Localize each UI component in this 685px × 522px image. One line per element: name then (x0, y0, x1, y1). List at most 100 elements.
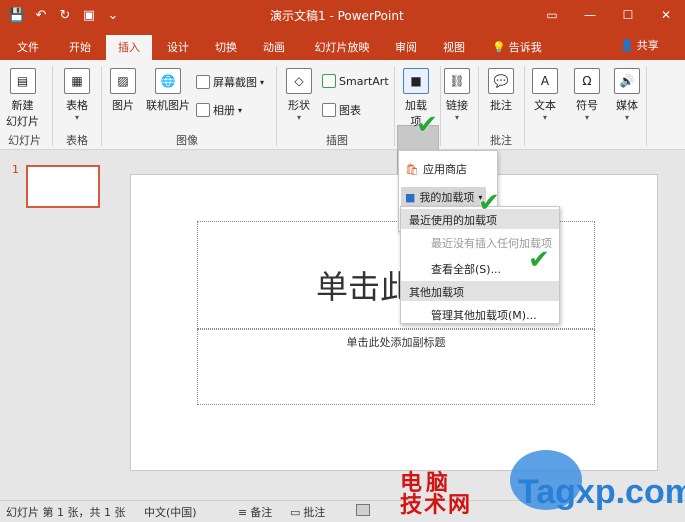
chevron-down-icon: ▾ (260, 77, 265, 87)
new-slide-icon: ▤ (9, 68, 36, 94)
online-picture-button[interactable]: 🌐 联机图片 (146, 68, 190, 113)
media-button[interactable]: 🔊 媒体 ▾ (614, 68, 640, 122)
screenshot-label: 屏幕截图 (213, 76, 257, 89)
window-title: 演示文稿1 - PowerPoint (270, 9, 404, 23)
subtitle-placeholder[interactable]: 单击此处添加副标题 (197, 329, 595, 405)
album-button[interactable]: 相册 ▾ (196, 102, 242, 118)
ribbon-separator (394, 66, 395, 146)
comments-button[interactable]: ▭ 批注 (290, 504, 325, 520)
slide-thumbnail-pane: 1 (0, 151, 120, 500)
tab-view[interactable]: 视图 (434, 35, 474, 60)
screenshot-icon (196, 75, 210, 89)
chevron-down-icon: ▾ (238, 105, 243, 115)
manage-addins-menu-item[interactable]: 管理其他加载项(M)... (431, 307, 537, 323)
watermark-cn-line2: 技术网 (400, 493, 473, 518)
comment-icon: ▭ (290, 505, 301, 519)
tell-me-box[interactable]: 💡 告诉我 (492, 39, 542, 55)
ribbon: ▤ 新建 幻灯片 幻灯片 ▦ 表格 ▾ 表格 ▨ 图片 🌐 联机图片 屏幕截图 … (0, 60, 685, 183)
ribbon-separator (101, 66, 102, 146)
shape-button[interactable]: ◇ 形状 ▾ (286, 68, 312, 122)
new-slide-button[interactable]: ▤ 新建 幻灯片 (6, 68, 39, 129)
media-label: 媒体 (616, 99, 638, 112)
album-label: 相册 (213, 104, 235, 117)
link-icon: ⛓ (444, 68, 470, 94)
tab-home[interactable]: 开始 (60, 35, 100, 60)
tab-insert[interactable]: 插入 (106, 35, 152, 60)
checkmark-icon: ✔ (478, 188, 500, 218)
minimize-icon[interactable]: — (571, 0, 609, 30)
tab-transitions[interactable]: 切换 (206, 35, 246, 60)
link-button[interactable]: ⛓ 链接 ▾ (444, 68, 470, 122)
screenshot-button[interactable]: 屏幕截图 ▾ (196, 74, 264, 90)
chart-label: 图表 (339, 104, 361, 117)
table-label: 表格 (66, 99, 88, 112)
group-label-images: 图像 (176, 134, 198, 147)
slide-canvas[interactable]: 单击此处添 单击此处添加副标题 (130, 174, 658, 471)
undo-icon[interactable]: ↶ (32, 6, 50, 24)
comment-button[interactable]: 💬 批注 (488, 68, 514, 113)
smartart-icon (322, 74, 336, 88)
chevron-down-icon: ▾ (542, 113, 547, 122)
tab-animations[interactable]: 动画 (254, 35, 294, 60)
save-icon[interactable]: 💾 (8, 6, 26, 24)
language-indicator[interactable]: 中文(中国) (144, 504, 197, 520)
notes-button[interactable]: ≡ 备注 (238, 504, 272, 520)
tab-file[interactable]: 文件 (8, 35, 48, 60)
tab-design[interactable]: 设计 (158, 35, 198, 60)
notes-icon: ≡ (238, 505, 248, 519)
quick-access-toolbar: 💾 ↶ ↻ ▣ ⌄ (8, 6, 122, 24)
online-picture-icon: 🌐 (155, 68, 181, 94)
chevron-down-icon: ▾ (624, 113, 629, 122)
slide-thumbnail[interactable] (26, 165, 100, 208)
picture-button[interactable]: ▨ 图片 (110, 68, 136, 113)
comment-label: 批注 (490, 99, 512, 112)
share-button[interactable]: 👤 共享 (620, 37, 659, 53)
ribbon-separator (524, 66, 525, 146)
checkmark-icon: ✔ (528, 245, 550, 275)
new-slide-label-2: 幻灯片 (6, 115, 39, 128)
tell-me-label: 告诉我 (508, 41, 542, 54)
comments-label: 批注 (303, 506, 326, 519)
slide-count: 幻灯片 第 1 张，共 1 张 (6, 506, 126, 519)
smartart-label: SmartArt (339, 74, 389, 88)
online-picture-label: 联机图片 (146, 99, 190, 112)
close-icon[interactable]: ✕ (647, 0, 685, 30)
maximize-icon[interactable]: ☐ (609, 0, 647, 30)
tab-slideshow[interactable]: 幻灯片放映 (306, 35, 378, 60)
table-button[interactable]: ▦ 表格 ▾ (64, 68, 90, 122)
chevron-down-icon: ▾ (584, 113, 589, 122)
store-icon: 🛍 (405, 162, 419, 176)
redo-icon[interactable]: ↻ (56, 6, 74, 24)
group-label-tables: 表格 (66, 134, 88, 147)
ribbon-separator (440, 66, 441, 146)
checkmark-icon: ✔ (416, 110, 438, 140)
window-controls: ▭ — ☐ ✕ (533, 0, 685, 30)
text-icon: A (532, 68, 558, 94)
present-icon[interactable]: ▣ (80, 6, 98, 24)
chart-icon (322, 103, 336, 117)
store-menu-item[interactable]: 🛍 应用商店 (405, 161, 467, 177)
other-addins-header: 其他加载项 (401, 281, 559, 301)
smartart-button[interactable]: SmartArt (322, 74, 389, 88)
text-button[interactable]: A 文本 ▾ (532, 68, 558, 122)
group-label-comments: 批注 (490, 134, 512, 147)
symbol-button[interactable]: Ω 符号 ▾ (574, 68, 600, 122)
speaker-icon: 🔊 (614, 68, 640, 94)
tab-review[interactable]: 审阅 (386, 35, 426, 60)
ribbon-display-icon[interactable]: ▭ (533, 0, 571, 30)
view-all-menu-item[interactable]: 查看全部(S)... (431, 261, 501, 277)
ribbon-separator (478, 66, 479, 146)
addins-icon: ■ (403, 68, 429, 94)
normal-view-button[interactable] (356, 504, 370, 516)
shape-label: 形状 (288, 99, 310, 112)
chart-button[interactable]: 图表 (322, 102, 361, 118)
chevron-down-icon: ▾ (454, 113, 459, 122)
my-addins-menu-item[interactable]: ■ 我的加载项 ▾ (401, 187, 487, 207)
slide-number: 1 (12, 163, 19, 176)
shape-icon: ◇ (286, 68, 312, 94)
album-icon (196, 103, 210, 117)
watermark-logo: 电脑 技术网 Tagxp.com (400, 450, 685, 522)
subtitle-placeholder-text: 单击此处添加副标题 (346, 336, 446, 349)
table-icon: ▦ (64, 68, 90, 94)
customize-qat-icon[interactable]: ⌄ (104, 6, 122, 24)
